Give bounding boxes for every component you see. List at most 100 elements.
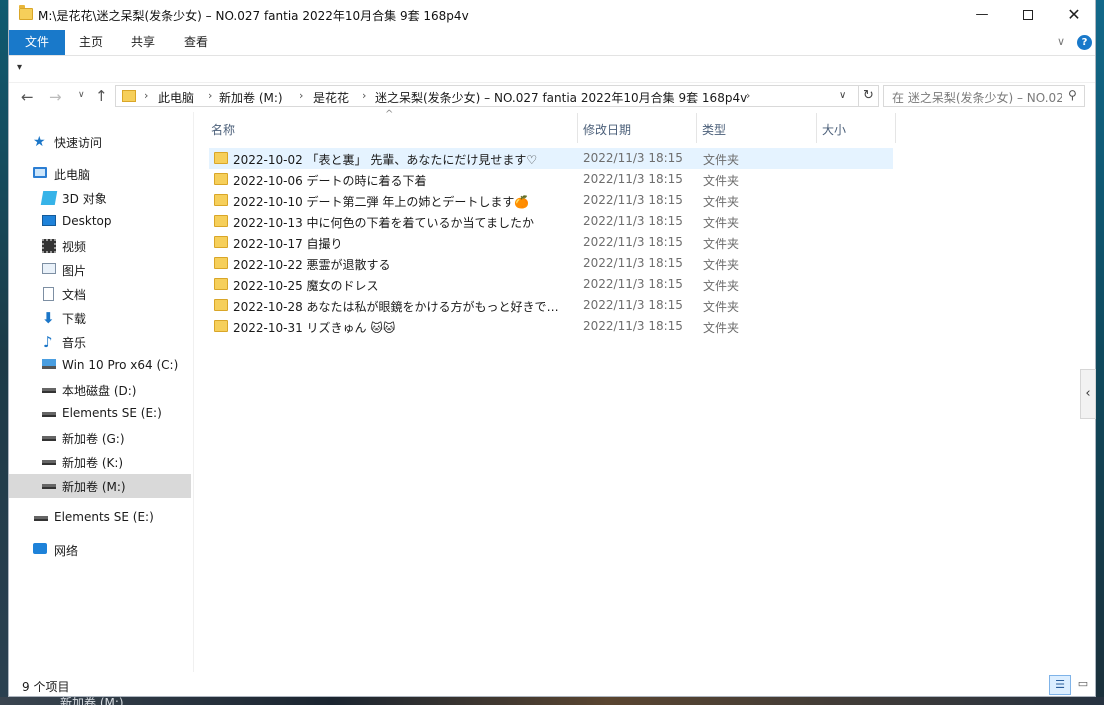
sidebar-item-3d-objects[interactable]: 3D 对象	[9, 186, 191, 210]
large-icons-view-button[interactable]: ▭	[1073, 675, 1093, 695]
file-name: 2022-10-17 自撮り	[233, 237, 343, 251]
breadcrumb-folder-huahua[interactable]: 是花花	[313, 89, 349, 106]
pane-divider[interactable]	[193, 112, 194, 672]
folder-icon	[214, 152, 228, 164]
minimize-button[interactable]: —	[959, 0, 1005, 30]
up-button[interactable]: ↑	[95, 87, 108, 105]
sidebar-item-external-drive-e[interactable]: Elements SE (E:)	[9, 506, 191, 530]
back-button[interactable]: ←	[21, 88, 34, 106]
file-name: 2022-10-10 デート第二弾 年上の姉とデートします🍊	[233, 195, 530, 209]
sidebar-item-music[interactable]: ♪ 音乐	[9, 330, 191, 354]
file-type: 文件夹	[703, 300, 740, 314]
column-header-type[interactable]: 类型	[697, 113, 816, 143]
breadcrumb-separator[interactable]: ›	[208, 89, 212, 102]
sidebar-item-downloads[interactable]: ⬇ 下载	[9, 306, 191, 330]
column-header-name[interactable]: 名称	[205, 113, 577, 143]
column-header-size[interactable]: 大小	[817, 113, 895, 143]
file-date: 2022/11/3 18:15	[583, 319, 683, 333]
sidebar-item-label: 图片	[62, 264, 87, 278]
sidebar-item-drive-m[interactable]: 新加卷 (M:)	[9, 474, 191, 498]
sidebar-item-label: 本地磁盘 (D:)	[62, 384, 137, 398]
file-name: 2022-10-31 リズきゅん 🐱🐱	[233, 321, 396, 335]
tab-file[interactable]: 文件	[9, 30, 65, 55]
refresh-button[interactable]: ↻	[859, 85, 879, 107]
sidebar-item-label: 网络	[54, 544, 79, 558]
column-header-label: 类型	[702, 123, 727, 137]
details-pane-toggle-button[interactable]: ‹	[1080, 369, 1096, 419]
quick-access-toolbar-dropdown-icon[interactable]: ▾	[17, 62, 22, 73]
forward-button[interactable]: →	[49, 88, 62, 106]
drive-icon	[42, 436, 56, 441]
sidebar-item-label: 文档	[62, 288, 87, 302]
tab-home[interactable]: 主页	[67, 30, 115, 55]
search-input[interactable]: 在 迷之呆梨(发条少女) – NO.027 fantia 2022年10月合集 …	[883, 85, 1085, 107]
breadcrumb-drive-m[interactable]: 新加卷 (M:)	[219, 89, 283, 106]
sidebar-item-drive-d[interactable]: 本地磁盘 (D:)	[9, 378, 191, 402]
breadcrumb-separator[interactable]: ›	[362, 89, 366, 102]
address-dropdown-icon[interactable]: ∨	[839, 90, 846, 101]
file-name: 2022-10-22 悪霊が退散する	[233, 258, 391, 272]
sidebar-item-videos[interactable]: 视频	[9, 234, 191, 258]
cube-icon	[40, 191, 58, 205]
table-row[interactable]: 2022-10-28 あなたは私が眼鏡をかける方がもっと好きですか 2022/1…	[209, 295, 893, 316]
folder-icon	[214, 320, 228, 332]
explorer-window: M:\是花花\迷之呆梨(发条少女) – NO.027 fantia 2022年1…	[8, 0, 1096, 697]
close-button[interactable]: ✕	[1051, 0, 1097, 30]
file-type: 文件夹	[703, 153, 740, 167]
table-row[interactable]: 2022-10-22 悪霊が退散する 2022/11/3 18:15 文件夹	[209, 253, 893, 274]
file-date: 2022/11/3 18:15	[583, 277, 683, 291]
expand-ribbon-icon[interactable]: ∨	[1057, 35, 1065, 48]
search-icon[interactable]: ⚲	[1068, 88, 1077, 102]
folder-icon	[122, 90, 136, 102]
breadcrumb-separator[interactable]: ›	[746, 89, 750, 102]
sidebar-item-drive-k[interactable]: 新加卷 (K:)	[9, 450, 191, 474]
file-name: 2022-10-13 中に何色の下着を着ているか当てましたか	[233, 216, 534, 230]
sidebar-item-label: 3D 对象	[62, 192, 107, 206]
folder-icon	[214, 299, 228, 311]
breadcrumb-current-folder[interactable]: 迷之呆梨(发条少女) – NO.027 fantia 2022年10月合集 9套…	[375, 89, 747, 106]
help-icon[interactable]: ?	[1077, 35, 1092, 50]
table-row[interactable]: 2022-10-31 リズきゅん 🐱🐱 2022/11/3 18:15 文件夹	[209, 316, 893, 337]
tab-view[interactable]: 查看	[172, 30, 220, 55]
tab-share[interactable]: 共享	[119, 30, 167, 55]
sidebar-item-drive-g[interactable]: 新加卷 (G:)	[9, 426, 191, 450]
table-row[interactable]: 2022-10-13 中に何色の下着を着ているか当てましたか 2022/11/3…	[209, 211, 893, 232]
file-type: 文件夹	[703, 195, 740, 209]
table-row[interactable]: 2022-10-10 デート第二弾 年上の姉とデートします🍊 2022/11/3…	[209, 190, 893, 211]
table-row[interactable]: 2022-10-06 デートの時に着る下着 2022/11/3 18:15 文件…	[209, 169, 893, 190]
drive-icon	[34, 516, 48, 521]
column-header-date[interactable]: 修改日期	[578, 113, 696, 143]
folder-icon	[214, 236, 228, 248]
file-type: 文件夹	[703, 258, 740, 272]
sidebar-item-documents[interactable]: 文档	[9, 282, 191, 306]
sidebar-item-quick-access[interactable]: ★ 快速访问	[9, 130, 191, 154]
table-row[interactable]: 2022-10-25 魔女のドレス 2022/11/3 18:15 文件夹	[209, 274, 893, 295]
column-header-label: 大小	[822, 123, 847, 137]
title-bar[interactable]: M:\是花花\迷之呆梨(发条少女) – NO.027 fantia 2022年1…	[9, 0, 1095, 30]
desktop-background-right	[1096, 0, 1104, 705]
desktop-icon	[42, 215, 56, 226]
sidebar-item-pictures[interactable]: 图片	[9, 258, 191, 282]
file-type: 文件夹	[703, 237, 740, 251]
sidebar-item-label: 音乐	[62, 336, 87, 350]
sidebar-item-desktop[interactable]: Desktop	[9, 210, 191, 234]
sidebar-item-drive-c[interactable]: Win 10 Pro x64 (C:)	[9, 354, 191, 378]
sidebar-item-this-pc[interactable]: 此电脑	[9, 162, 191, 186]
breadcrumb-separator[interactable]: ›	[144, 89, 148, 102]
maximize-button[interactable]	[1005, 0, 1051, 30]
sidebar-item-label: 此电脑	[54, 168, 91, 182]
address-bar[interactable]: › 此电脑 › 新加卷 (M:) › 是花花 › 迷之呆梨(发条少女) – NO…	[115, 85, 859, 107]
breadcrumb-this-pc[interactable]: 此电脑	[158, 89, 194, 106]
sidebar-item-drive-e[interactable]: Elements SE (E:)	[9, 402, 191, 426]
file-date: 2022/11/3 18:15	[583, 235, 683, 249]
column-divider[interactable]	[895, 113, 896, 143]
breadcrumb-separator[interactable]: ›	[299, 89, 303, 102]
sidebar-item-network[interactable]: 网络	[9, 538, 191, 562]
table-row[interactable]: 2022-10-02 「表と裏」 先輩、あなたにだけ見せます♡ 2022/11/…	[209, 148, 893, 169]
file-date: 2022/11/3 18:15	[583, 193, 683, 207]
table-row[interactable]: 2022-10-17 自撮り 2022/11/3 18:15 文件夹	[209, 232, 893, 253]
music-icon: ♪	[43, 333, 53, 351]
recent-locations-button[interactable]: ∨	[78, 90, 85, 100]
details-view-button[interactable]: ☰	[1049, 675, 1071, 695]
desktop-background-left	[0, 0, 8, 705]
